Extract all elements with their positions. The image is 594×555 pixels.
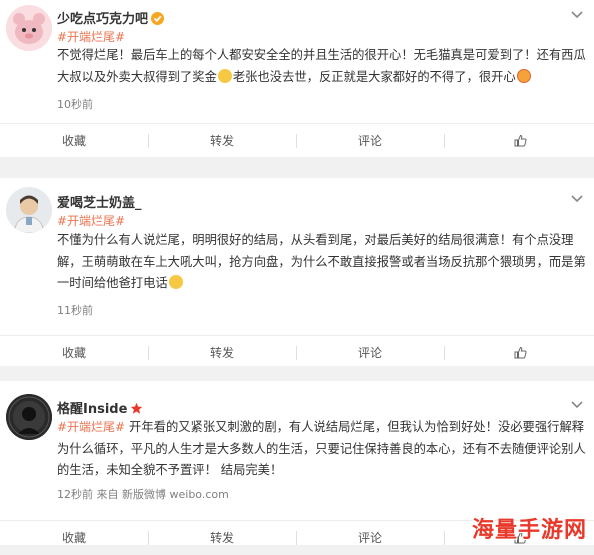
author-name[interactable]: 格醒Inside [57,398,143,417]
verified-gold-icon [151,12,165,25]
chevron-down-icon[interactable] [570,10,584,20]
topic-link[interactable]: #开端烂尾# [57,212,125,229]
topic-link[interactable]: #开端烂尾# [57,420,125,434]
chevron-down-icon[interactable] [570,194,584,204]
post-meta: 12秒前 来自 新版微博 weibo.com [57,486,229,502]
like-button[interactable] [446,124,594,158]
post-text: 不觉得烂尾！最后车上的每个人都安安全全的并且生活的很开心！无毛猫真是可爱到了！还… [57,48,586,84]
author-name[interactable]: 爱喝芝士奶盖_ [57,192,142,211]
post-time[interactable]: 12秒前 [57,488,93,501]
action-bar: 收藏 转发 评论 [0,123,594,158]
thumbs-up-icon [514,346,527,359]
comment-button[interactable]: 评论 [296,336,444,370]
post-source[interactable]: 来自 新版微博 weibo.com [97,488,229,501]
weibo-post: 少吃点巧克力吧 #开端烂尾# 不觉得烂尾！最后车上的每个人都安安全全的并且生活的… [0,0,594,157]
divider [444,531,445,545]
topic-link[interactable]: #开端烂尾# [57,28,125,45]
thumbs-up-icon [514,134,527,147]
post-time[interactable]: 10秒前 [57,96,93,112]
sweat-emoji-icon [168,275,183,289]
favorite-button[interactable]: 收藏 [0,124,148,158]
divider [444,346,445,360]
comment-button[interactable]: 评论 [296,124,444,158]
post-text: #开端烂尾# 开年看的又紧张又刺激的剧，有人说结局烂尾，但我认为恰到好处！没必要… [57,420,586,477]
repost-button[interactable]: 转发 [148,336,296,370]
favorite-button[interactable]: 收藏 [0,521,148,555]
avatar[interactable] [6,5,52,51]
action-bar: 收藏 转发 评论 [0,335,594,370]
author-name[interactable]: 少吃点巧克力吧 [57,8,165,27]
heart-face-emoji-icon [516,68,531,83]
avatar[interactable] [6,187,52,233]
star-badge-icon [131,402,143,414]
watermark-logo: 海量手游网 [472,518,588,543]
weibo-post: 爱喝芝士奶盖_ #开端烂尾# 不懂为什么有人说烂尾，明明很好的结局，从头看到尾，… [0,178,594,366]
avatar[interactable] [6,394,52,440]
comment-button[interactable]: 评论 [296,521,444,555]
post-text: 不懂为什么有人说烂尾，明明很好的结局，从头看到尾，对最后美好的结局很满意！有个点… [57,233,586,290]
divider [444,134,445,148]
like-button[interactable] [446,336,594,370]
crying-emoji-icon [217,68,232,83]
chevron-down-icon[interactable] [570,400,584,410]
repost-button[interactable]: 转发 [148,521,296,555]
repost-button[interactable]: 转发 [148,124,296,158]
post-time[interactable]: 11秒前 [57,302,93,318]
favorite-button[interactable]: 收藏 [0,336,148,370]
